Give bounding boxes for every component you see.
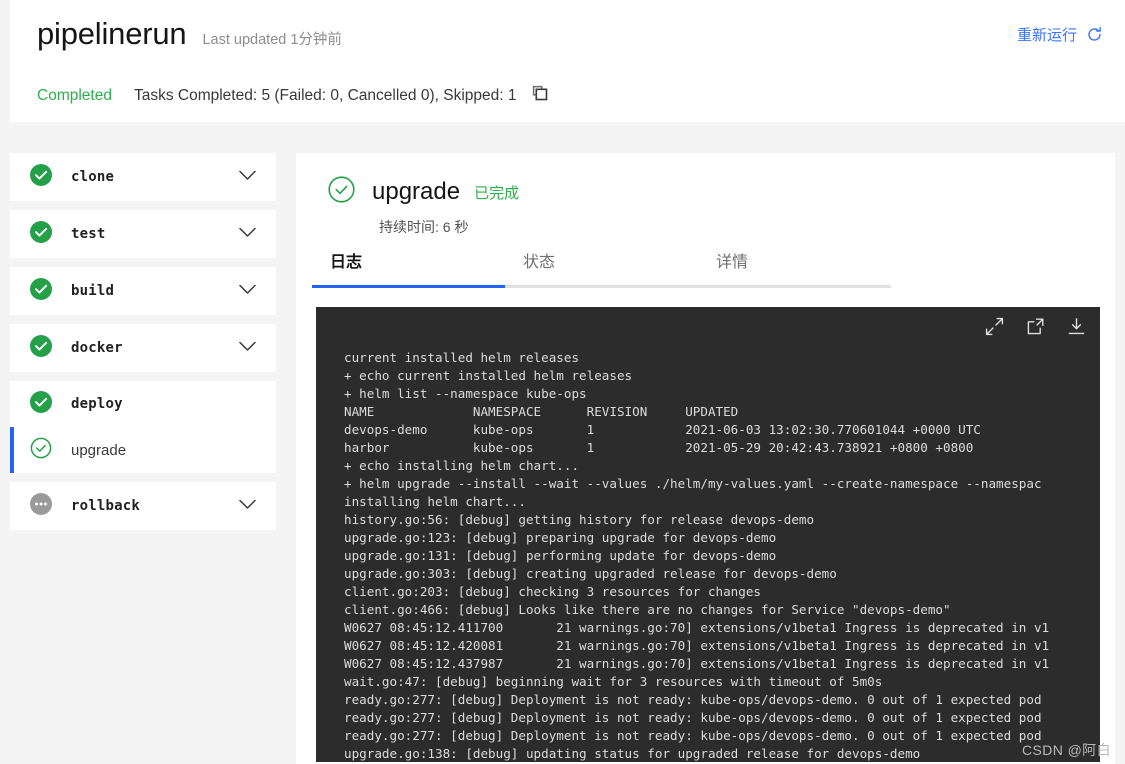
tab-status[interactable]: 状态 (505, 248, 698, 288)
terminal-line: client.go:466: [debug] Looks like there … (344, 602, 951, 617)
detail-tabs: 日志 状态 详情 (312, 248, 891, 288)
rerun-button[interactable]: 重新运行 (1017, 24, 1103, 45)
refresh-icon (1086, 26, 1103, 43)
task-label: docker (71, 340, 123, 356)
check-outline-icon (328, 176, 355, 208)
pipelinerun-page: pipelinerun Last updated 1分钟前 重新运行 Compl… (0, 0, 1125, 764)
terminal-line: ready.go:277: [debug] Deployment is not … (344, 710, 1042, 725)
terminal-line: ready.go:277: [debug] Deployment is not … (344, 692, 1042, 707)
task-card-test: test (10, 210, 276, 258)
sidebar-item-deploy[interactable]: deploy (10, 381, 276, 427)
terminal-line: upgrade.go:138: [debug] updating status … (344, 746, 921, 761)
chevron-down-icon[interactable] (239, 497, 256, 515)
step-label: upgrade (71, 441, 127, 459)
terminal-toolbar (985, 317, 1086, 336)
status-badge: Completed (37, 87, 112, 104)
check-filled-icon (30, 390, 52, 418)
chevron-down-icon[interactable] (239, 339, 256, 357)
step-detail-panel: upgrade 已完成 持续时间: 6 秒 日志 状态 详情 current i… (296, 153, 1115, 764)
tab-logs[interactable]: 日志 (312, 248, 505, 288)
step-status-label: 已完成 (474, 184, 520, 202)
terminal-line: upgrade.go:303: [debug] creating upgrade… (344, 566, 837, 581)
task-card-deploy: deploy upgrade (10, 381, 276, 473)
task-card-rollback: rollback (10, 482, 276, 530)
terminal-line: history.go:56: [debug] getting history f… (344, 512, 815, 527)
task-label: deploy (71, 396, 123, 412)
terminal-line: + helm upgrade --install --wait --values… (344, 476, 1042, 491)
task-sidebar: clone test build docker deploy upgrade r… (10, 153, 276, 539)
download-icon[interactable] (1067, 317, 1086, 336)
sidebar-item-rollback[interactable]: rollback (10, 482, 276, 530)
external-link-icon[interactable] (1026, 317, 1045, 336)
sidebar-item-build[interactable]: build (10, 267, 276, 315)
terminal-line: devops-demo kube-ops 1 2021-06-03 13:02:… (344, 422, 981, 437)
task-label: build (71, 283, 115, 299)
task-card-clone: clone (10, 153, 276, 201)
terminal-line: installing helm chart... (344, 494, 526, 509)
log-terminal[interactable]: current installed helm releases + echo cu… (316, 307, 1100, 762)
terminal-line: upgrade.go:131: [debug] performing updat… (344, 548, 777, 563)
check-filled-icon (30, 277, 52, 305)
terminal-line: current installed helm releases (344, 350, 580, 365)
page-title: pipelinerun (37, 16, 187, 51)
task-card-build: build (10, 267, 276, 315)
step-duration: 持续时间: 6 秒 (379, 219, 469, 235)
check-filled-icon (30, 334, 52, 362)
task-card-docker: docker (10, 324, 276, 372)
terminal-line: upgrade.go:123: [debug] preparing upgrad… (344, 530, 777, 545)
page-header: pipelinerun Last updated 1分钟前 重新运行 Compl… (10, 0, 1125, 122)
last-updated-text: Last updated 1分钟前 (202, 32, 342, 48)
chevron-down-icon[interactable] (239, 282, 256, 300)
tab-details[interactable]: 详情 (698, 248, 891, 288)
task-label: test (71, 226, 106, 242)
terminal-line: W0627 08:45:12.437987 21 warnings.go:70]… (344, 656, 1050, 671)
header-title-row: pipelinerun Last updated 1分钟前 (37, 14, 1125, 54)
terminal-output: current installed helm releases + echo cu… (344, 349, 1100, 762)
terminal-line: client.go:203: [debug] checking 3 resour… (344, 584, 762, 599)
copy-icon[interactable] (531, 84, 550, 108)
status-row: Completed Tasks Completed: 5 (Failed: 0,… (37, 84, 550, 108)
chevron-down-icon[interactable] (239, 225, 256, 243)
step-title-row: upgrade 已完成 (328, 176, 519, 208)
sidebar-item-docker[interactable]: docker (10, 324, 276, 372)
sidebar-item-clone[interactable]: clone (10, 153, 276, 201)
terminal-line: + echo current installed helm releases (344, 368, 633, 383)
terminal-line: NAME NAMESPACE REVISION UPDATED (344, 404, 739, 419)
terminal-line: W0627 08:45:12.420081 21 warnings.go:70]… (344, 638, 1050, 653)
check-filled-icon (30, 163, 52, 191)
terminal-line: wait.go:47: [debug] beginning wait for 3… (344, 674, 883, 689)
terminal-line: + helm list --namespace kube-ops (344, 386, 587, 401)
terminal-line: harbor kube-ops 1 2021-05-29 20:42:43.73… (344, 440, 974, 455)
terminal-line: W0627 08:45:12.411700 21 warnings.go:70]… (344, 620, 1050, 635)
step-title: upgrade (372, 178, 461, 205)
terminal-line: + echo installing helm chart... (344, 458, 580, 473)
check-outline-icon (30, 437, 52, 464)
tasks-summary-text: Tasks Completed: 5 (Failed: 0, Cancelled… (133, 87, 517, 104)
sidebar-item-test[interactable]: test (10, 210, 276, 258)
pending-dots-icon (30, 492, 52, 520)
chevron-down-icon[interactable] (239, 168, 256, 186)
task-label: clone (71, 169, 115, 185)
sidebar-step-upgrade[interactable]: upgrade (10, 427, 276, 473)
expand-icon[interactable] (985, 317, 1004, 336)
rerun-label: 重新运行 (1016, 27, 1077, 44)
terminal-line: ready.go:277: [debug] Deployment is not … (344, 728, 1042, 743)
task-label: rollback (71, 498, 141, 514)
check-filled-icon (30, 220, 52, 248)
step-header: upgrade 已完成 持续时间: 6 秒 (328, 176, 519, 237)
